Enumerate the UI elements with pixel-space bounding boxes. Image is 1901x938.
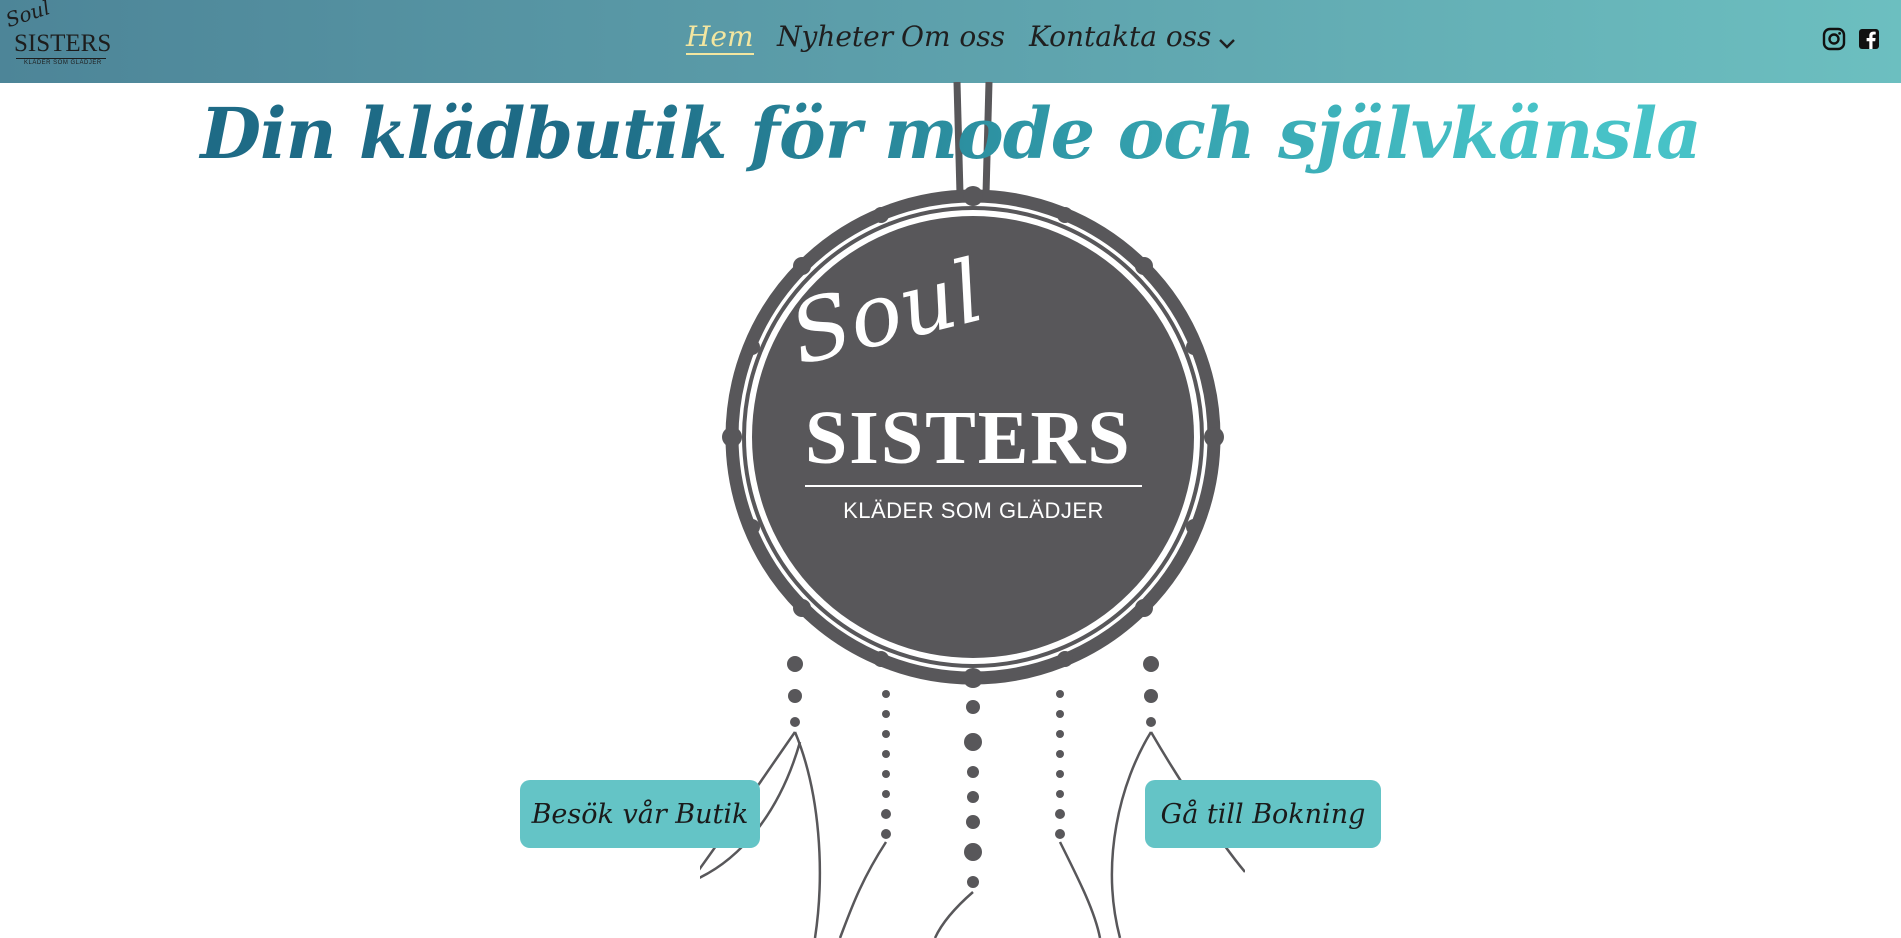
hero-logo-divider	[805, 485, 1142, 487]
go-to-booking-button[interactable]: Gå till Bokning	[1145, 780, 1381, 848]
hero-logo-sisters: SISTERS	[805, 396, 1132, 480]
nav-item-om-oss[interactable]: Om oss	[901, 20, 1005, 53]
visit-shop-button[interactable]: Besök vår Butik	[520, 780, 760, 848]
logo-tagline: KLÄDER SOM GLÄDJER	[24, 60, 102, 66]
facebook-icon[interactable]	[1857, 27, 1881, 51]
hero-logo-tagline: KLÄDER SOM GLÄDJER	[843, 498, 1104, 523]
logo-soul-text: Soul	[2, 0, 53, 32]
page-title: Din klädbutik för mode och självkänsla	[0, 92, 1901, 175]
top-navigation-bar: Soul SISTERS KLÄDER SOM GLÄDJER Hem Nyhe…	[0, 0, 1901, 83]
chevron-down-icon[interactable]	[1217, 36, 1237, 52]
logo-sisters-text: SISTERS	[14, 30, 112, 57]
site-logo[interactable]: Soul SISTERS KLÄDER SOM GLÄDJER	[3, 0, 112, 70]
nav-item-nyheter[interactable]: Nyheter	[777, 20, 893, 53]
logo-divider	[16, 58, 106, 59]
instagram-icon[interactable]	[1822, 27, 1846, 51]
nav-item-hem[interactable]: Hem	[686, 20, 754, 55]
nav-item-kontakta-oss[interactable]: Kontakta oss	[1029, 20, 1211, 53]
